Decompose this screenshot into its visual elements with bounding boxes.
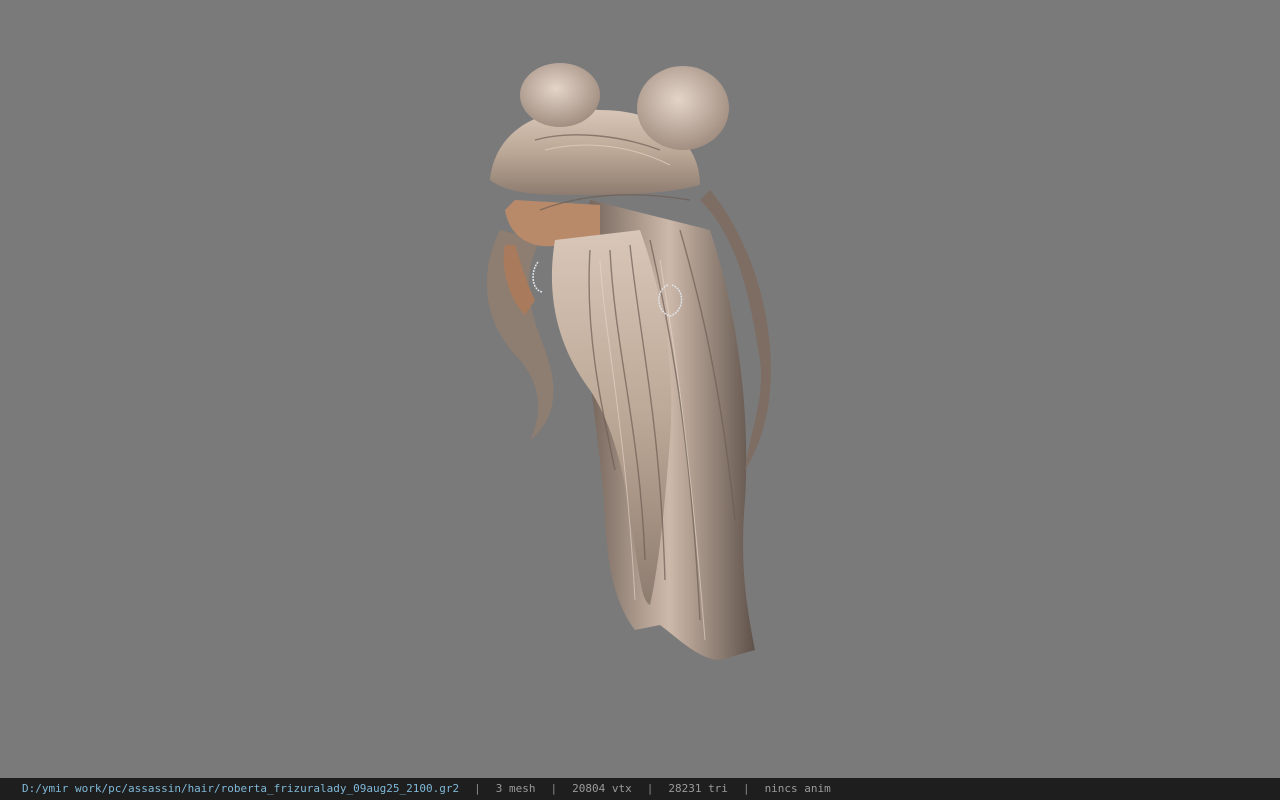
separator: |	[742, 782, 750, 795]
hair-model[interactable]	[0, 0, 1280, 778]
separator: |	[550, 782, 558, 795]
file-path: D:/ymir work/pc/assassin/hair/roberta_fr…	[22, 782, 460, 795]
3d-viewport[interactable]	[0, 0, 1280, 778]
hair-bun-right	[637, 66, 729, 150]
hair-bun-left	[520, 63, 600, 127]
mesh-count: 3 mesh	[495, 782, 536, 795]
triangle-count: 28231 tri	[668, 782, 728, 795]
status-bar: D:/ymir work/pc/assassin/hair/roberta_fr…	[0, 778, 1280, 800]
separator: |	[474, 782, 481, 795]
earring-left	[532, 261, 543, 293]
animation-status: nincs anim	[764, 782, 831, 795]
separator: |	[646, 782, 654, 795]
vertex-count: 20804 vtx	[572, 782, 632, 795]
